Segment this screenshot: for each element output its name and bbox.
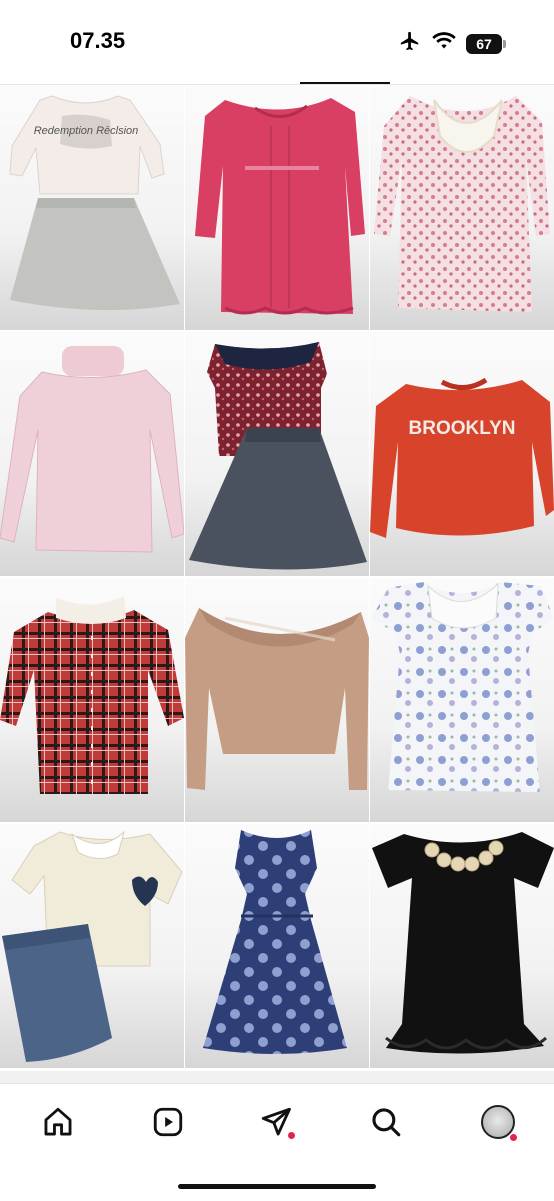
status-bar: 07.35 67 bbox=[0, 0, 554, 84]
home-indicator bbox=[178, 1184, 376, 1189]
garment-image bbox=[195, 98, 365, 315]
grid-post-black-dress-beaded-collar[interactable] bbox=[370, 824, 554, 1068]
profile-avatar[interactable] bbox=[478, 1102, 518, 1142]
home-icon[interactable] bbox=[38, 1102, 78, 1142]
garment-image bbox=[0, 346, 184, 553]
notification-dot bbox=[288, 1132, 295, 1139]
send-icon[interactable] bbox=[256, 1102, 296, 1142]
grid-post-pink-ruffle-top[interactable] bbox=[185, 86, 369, 330]
garment-image bbox=[2, 830, 183, 1062]
reels-icon[interactable] bbox=[148, 1102, 188, 1142]
airplane-icon bbox=[398, 30, 422, 57]
grid-post-floral-top-grey-skirt[interactable] bbox=[185, 332, 369, 576]
search-icon[interactable] bbox=[366, 1102, 406, 1142]
print-text: BROOKLYN bbox=[409, 418, 516, 439]
grid-post-tan-vneck-top[interactable] bbox=[185, 578, 369, 822]
garment-image bbox=[185, 608, 369, 790]
notification-dot bbox=[510, 1134, 517, 1141]
grid-post-pink-turtleneck[interactable] bbox=[0, 332, 184, 576]
garment-image bbox=[372, 832, 554, 1054]
photo-grid: Redemption Rēclsion BROOKLYN bbox=[0, 86, 554, 1068]
grid-post-blue-floral-blouse[interactable] bbox=[370, 578, 554, 822]
garment-image bbox=[203, 830, 347, 1054]
grid-post-orange-sweatshirt[interactable]: BROOKLYN bbox=[370, 332, 554, 576]
battery-icon: 67 bbox=[466, 33, 506, 54]
battery-level: 67 bbox=[466, 33, 502, 54]
garment-image bbox=[374, 96, 550, 312]
grid-post-heart-blouse-denim-skirt[interactable] bbox=[0, 824, 184, 1068]
grid-post-white-tee-grey-skirt[interactable]: Redemption Rēclsion bbox=[0, 86, 184, 330]
status-icons: 67 bbox=[398, 30, 506, 57]
garment-image: BROOKLYN bbox=[370, 377, 554, 538]
garment-image bbox=[189, 342, 367, 570]
wifi-icon bbox=[432, 31, 456, 56]
grid-next-row-partial bbox=[0, 1071, 554, 1083]
grid-post-navy-polka-dot-dress[interactable] bbox=[185, 824, 369, 1068]
garment-image bbox=[372, 582, 554, 792]
status-time: 07.35 bbox=[70, 28, 126, 53]
battery-cap bbox=[503, 39, 506, 48]
garment-image: Redemption Rēclsion bbox=[9, 95, 180, 311]
print-text: Redemption Rēclsion bbox=[34, 125, 139, 137]
avatar bbox=[481, 1105, 515, 1139]
grid-post-floral-lace-top[interactable] bbox=[370, 86, 554, 330]
top-divider bbox=[0, 84, 554, 85]
grid-post-red-plaid-shirt[interactable] bbox=[0, 578, 184, 822]
garment-image bbox=[0, 596, 184, 794]
